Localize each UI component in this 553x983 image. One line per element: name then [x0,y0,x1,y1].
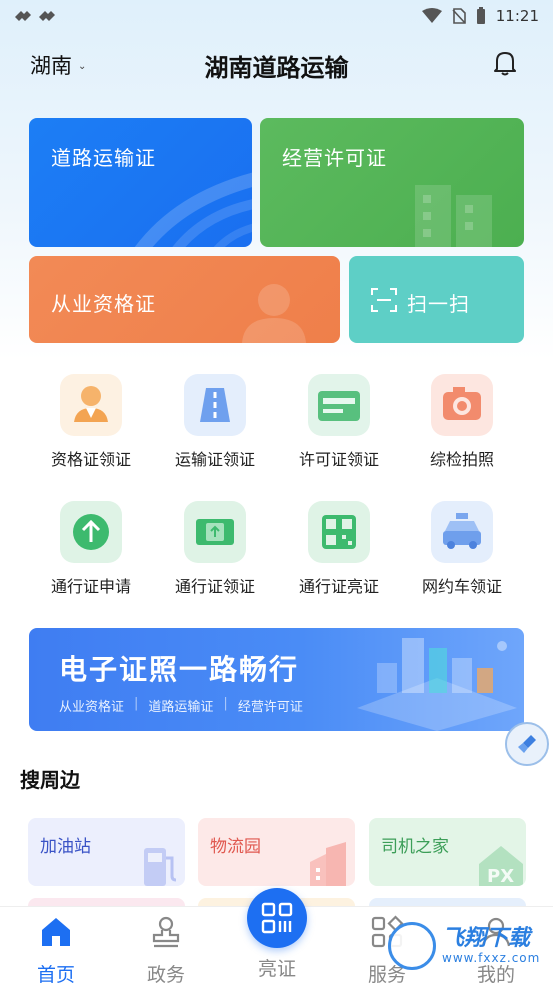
tab-home[interactable]: 首页 [16,915,96,983]
grid-item-label: 通行证申请 [50,577,131,596]
card-icon [308,374,370,436]
bell-icon[interactable] [493,49,517,77]
battery-icon [476,7,485,24]
watermark-text: 飞翔下载 [442,926,531,951]
grid-item-pass-show[interactable]: 通行证亮证 [279,501,399,597]
car-icon [431,501,493,563]
broom-icon [518,735,536,753]
tab-label: 政务 [146,964,185,983]
grid-item-ride-hailing[interactable]: 网约车领证 [402,501,522,597]
tab-label: 首页 [36,964,75,983]
qualification-card[interactable]: 从业资格证 [29,256,340,343]
nearby-label: 加油站 [40,837,91,857]
grid-item-permit[interactable]: 许可证领证 [279,374,399,470]
building-icon [310,842,346,886]
notification-icons [14,9,56,23]
scan-icon [371,288,397,312]
grid-item-pass-collect[interactable]: 通行证领证 [155,501,275,597]
house-icon: PX [479,846,523,886]
building-decoration [415,185,492,247]
banner-subtitle: 从业资格证 | 道路运输证 | 经营许可证 [59,696,303,715]
grid-item-label: 资格证领证 [50,450,131,469]
grid-item-pass-apply[interactable]: 通行证申请 [31,501,151,597]
grid-item-transport[interactable]: 运输证领证 [155,374,275,470]
grid-item-qualification[interactable]: 资格证领证 [31,374,151,470]
road-transport-label: 道路运输证 [51,146,156,170]
road-transport-card[interactable]: 道路运输证 [29,118,252,247]
pass-icon [184,501,246,563]
wifi-icon [421,8,442,23]
grid-item-label: 通行证亮证 [298,577,379,596]
grid-item-label: 综检拍照 [429,450,494,469]
qr-code-icon [261,902,293,934]
banner-item: 经营许可证 [237,700,303,715]
grid-item-label: 许可证领证 [298,450,379,469]
nearby-driver-home[interactable]: 司机之家 PX [369,818,526,886]
stamp-icon [152,916,180,948]
no-sim-icon [452,8,466,24]
grid-item-inspection[interactable]: 综检拍照 [402,374,522,470]
nearby-section-title: 搜周边 [20,768,80,792]
grid-item-label: 运输证领证 [174,450,255,469]
watermark-url: www.fxxz.com [442,951,541,965]
gas-pump-icon [144,848,177,886]
qualification-label: 从业资格证 [51,292,156,316]
tab-show-license[interactable] [247,888,307,948]
grid-item-label: 通行证领证 [174,577,255,596]
nearby-gas-station[interactable]: 加油站 [28,818,185,886]
status-bar: 11:21 [0,0,553,32]
notification-icon [39,11,55,21]
status-time: 11:21 [495,7,539,25]
tab-gov[interactable]: 政务 [126,915,206,983]
grid-item-label: 网约车领证 [421,577,502,596]
road-decoration [134,172,252,247]
arrow-up-icon [60,501,122,563]
banner-item: 从业资格证 [59,700,125,715]
banner-item: 道路运输证 [148,700,214,715]
person-icon [60,374,122,436]
home-icon [42,918,70,946]
floating-broom-button[interactable] [505,722,549,766]
nearby-logistics-park[interactable]: 物流园 [198,818,355,886]
banner-title: 电子证照一路畅行 [59,653,300,686]
svg-text:PX: PX [487,866,514,886]
camera-icon [431,374,493,436]
promo-banner[interactable]: 电子证照一路畅行 从业资格证 | 道路运输证 | 经营许可证 [29,628,524,731]
watermark-logo-icon [388,922,436,970]
business-license-card[interactable]: 经营许可证 [260,118,524,247]
site-watermark: 飞翔下载 www.fxxz.com [388,915,548,977]
qr-icon [308,501,370,563]
business-license-label: 经营许可证 [282,146,387,170]
scan-card[interactable]: 扫一扫 [349,256,524,343]
road-icon [184,374,246,436]
notification-icon [15,11,31,21]
scan-label: 扫一扫 [407,292,470,316]
nearby-label: 司机之家 [381,837,449,857]
separator: | [223,696,228,711]
person-decoration [242,284,306,343]
separator: | [134,696,139,711]
app-header: 湖南 ⌄ 湖南道路运输 [0,40,553,88]
tab-label: 亮证 [257,958,296,980]
page-title: 湖南道路运输 [204,54,349,82]
city-illustration [357,638,517,731]
nearby-label: 物流园 [210,837,261,857]
